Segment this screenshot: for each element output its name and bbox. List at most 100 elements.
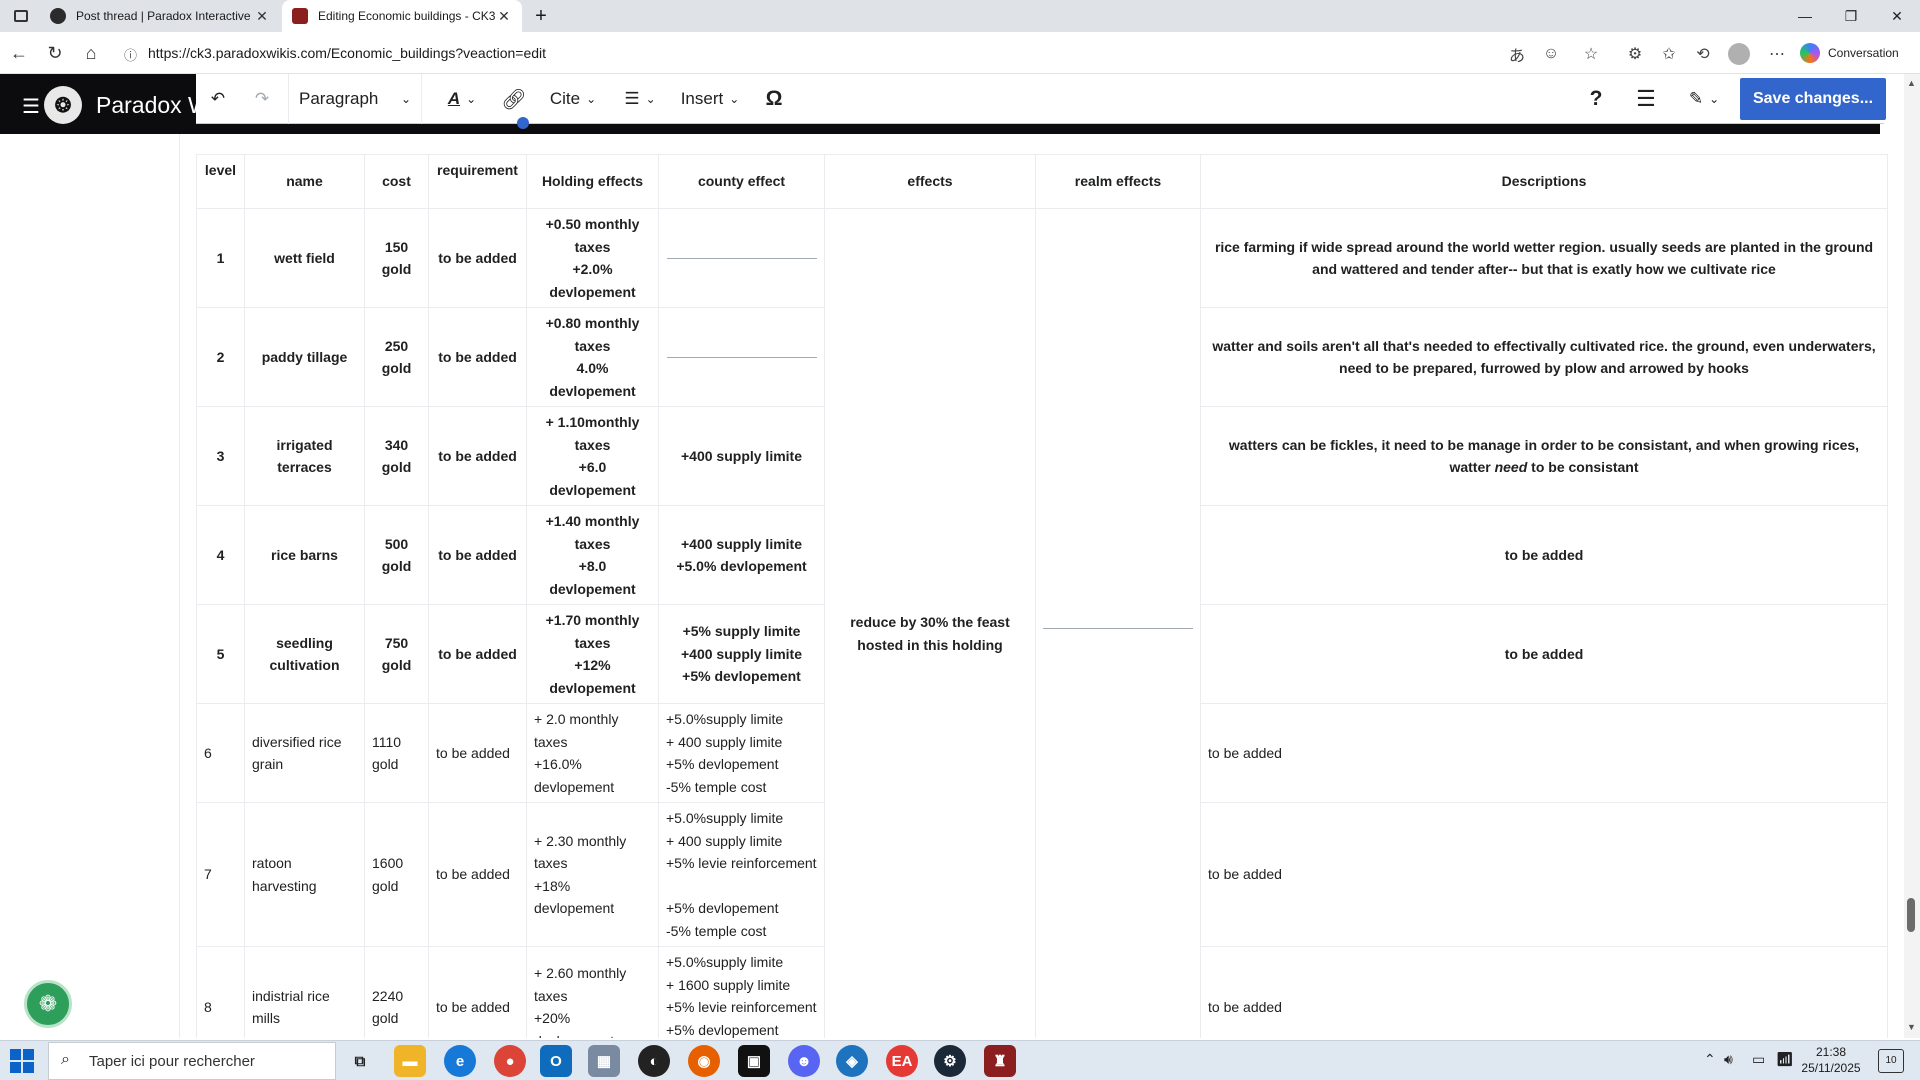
- cost-cell[interactable]: 250 gold: [364, 307, 429, 407]
- name-cell[interactable]: irrigated terraces: [244, 406, 365, 506]
- level-cell[interactable]: 6: [196, 703, 245, 803]
- header-effects[interactable]: effects: [824, 154, 1036, 209]
- outlook-icon[interactable]: O: [540, 1045, 572, 1077]
- photos-icon[interactable]: ▦: [588, 1045, 620, 1077]
- level-cell[interactable]: 1: [196, 208, 245, 308]
- chrome-icon[interactable]: ●: [494, 1045, 526, 1077]
- tray-overflow-icon[interactable]: ⌃: [1704, 1051, 1716, 1068]
- holding-effects-cell[interactable]: + 2.0 monthly taxes +16.0% devlopement: [526, 703, 659, 803]
- extensions-icon[interactable]: ⚙: [1622, 41, 1648, 67]
- undo-icon[interactable]: ↶: [196, 74, 240, 124]
- history-icon[interactable]: ⟲: [1690, 41, 1716, 67]
- special-character-icon[interactable]: Ω: [754, 74, 794, 124]
- header-holding-effects[interactable]: Holding effects: [526, 154, 659, 209]
- scroll-up-icon[interactable]: ▲: [1907, 78, 1916, 88]
- scroll-down-icon[interactable]: ▼: [1907, 1022, 1916, 1032]
- name-cell[interactable]: rice barns: [244, 505, 365, 605]
- requirement-cell[interactable]: to be added: [428, 406, 527, 506]
- requirement-cell[interactable]: to be added: [428, 703, 527, 803]
- tab-post-thread[interactable]: Post thread | Paradox Interactive F ✕: [40, 0, 280, 32]
- steam-icon[interactable]: ⚙: [934, 1045, 966, 1077]
- name-cell[interactable]: wett field: [244, 208, 365, 308]
- app-icon[interactable]: ◐: [638, 1045, 670, 1077]
- close-tab-icon[interactable]: ✕: [496, 8, 512, 25]
- cookie-settings-icon[interactable]: ❁: [24, 980, 72, 1028]
- tab-editing-economic-buildings[interactable]: Editing Economic buildings - CK3 ✕: [282, 0, 522, 32]
- site-name[interactable]: Paradox W: [96, 92, 210, 119]
- holding-effects-cell[interactable]: +0.50 monthly taxes +2.0% devlopement: [526, 208, 659, 308]
- header-requirement[interactable]: requirement: [428, 154, 527, 209]
- header-county-effect[interactable]: county effect: [658, 154, 825, 209]
- terminal-icon[interactable]: ▣: [738, 1045, 770, 1077]
- header-realm-effects[interactable]: realm effects: [1035, 154, 1201, 209]
- back-icon[interactable]: ←: [4, 38, 34, 68]
- taskbar-search-box[interactable]: ⌕ Taper ici pour rechercher: [48, 1042, 336, 1080]
- favorite-star-icon[interactable]: ☆: [1578, 41, 1604, 67]
- cost-cell[interactable]: 340 gold: [364, 406, 429, 506]
- holding-effects-cell[interactable]: +1.70 monthly taxes +12% devlopement: [526, 604, 659, 704]
- store-icon[interactable]: ◈: [836, 1045, 868, 1077]
- economic-buildings-table[interactable]: level name cost requirement Holding effe…: [196, 154, 1888, 1038]
- county-effect-cell[interactable]: [658, 208, 825, 308]
- level-cell[interactable]: 7: [196, 802, 245, 947]
- taskbar-clock[interactable]: 21:38 25/11/2025: [1794, 1044, 1868, 1076]
- translate-icon[interactable]: あ: [1504, 41, 1530, 67]
- county-effect-cell[interactable]: +5.0%supply limite + 400 supply limite +5%…: [658, 802, 825, 947]
- minimize-icon[interactable]: —: [1782, 0, 1828, 32]
- merged-realm-effects-cell[interactable]: [1035, 208, 1201, 1038]
- discord-icon[interactable]: ☻: [788, 1045, 820, 1077]
- notification-icon[interactable]: 10: [1878, 1049, 1904, 1073]
- name-cell[interactable]: ratoon harvesting: [244, 802, 365, 947]
- holding-effects-cell[interactable]: + 2.30 monthly taxes +18% devlopement: [526, 802, 659, 947]
- holding-effects-cell[interactable]: +1.40 monthly taxes +8.0 devlopement: [526, 505, 659, 605]
- volume-icon[interactable]: 🔊︎: [1724, 1051, 1733, 1068]
- requirement-cell[interactable]: to be added: [428, 208, 527, 308]
- redo-icon[interactable]: ↷: [240, 74, 284, 124]
- text-style-dropdown[interactable]: A ⌄: [436, 74, 488, 124]
- holding-effects-cell[interactable]: + 2.60 monthly taxes +20% devlopement: [526, 946, 659, 1038]
- save-changes-button[interactable]: Save changes...: [1740, 78, 1886, 120]
- table-row[interactable]: 1 wett field 150 gold to be added +0.50 month…: [196, 208, 1888, 1038]
- cost-cell[interactable]: 150 gold: [364, 208, 429, 308]
- description-cell[interactable]: watter and soils aren't all that's neede…: [1200, 307, 1888, 407]
- network-icon[interactable]: 📶︎: [1776, 1051, 1794, 1068]
- page-options-icon[interactable]: ☰: [1626, 74, 1666, 124]
- display-icon[interactable]: ▭: [1752, 1051, 1765, 1068]
- profile-avatar-icon[interactable]: [1726, 41, 1752, 67]
- list-dropdown[interactable]: ☰ ⌄: [614, 74, 666, 124]
- paradox-logo-icon[interactable]: ❂: [44, 86, 82, 124]
- level-cell[interactable]: 5: [196, 604, 245, 704]
- description-cell[interactable]: to be added: [1200, 604, 1888, 704]
- cost-cell[interactable]: 2240 gold: [364, 946, 429, 1038]
- close-window-icon[interactable]: ✕: [1874, 0, 1920, 32]
- url-bar[interactable]: ⓘ https://ck3.paradoxwikis.com/Economic_…: [112, 37, 1532, 69]
- firefox-icon[interactable]: ◉: [688, 1045, 720, 1077]
- scrollbar-thumb[interactable]: [1907, 898, 1915, 932]
- level-cell[interactable]: 8: [196, 946, 245, 1038]
- edit-mode-dropdown[interactable]: ✎ ⌄: [1676, 74, 1732, 124]
- header-level[interactable]: level: [196, 154, 245, 209]
- task-view-icon[interactable]: ⧉: [344, 1045, 376, 1077]
- name-cell[interactable]: seedling cultivation: [244, 604, 365, 704]
- name-cell[interactable]: paddy tillage: [244, 307, 365, 407]
- insert-dropdown[interactable]: Insert ⌄: [674, 74, 746, 124]
- ea-icon[interactable]: EA: [886, 1045, 918, 1077]
- requirement-cell[interactable]: to be added: [428, 505, 527, 605]
- description-cell[interactable]: rice farming if wide spread around the w…: [1200, 208, 1888, 308]
- county-effect-cell[interactable]: +5% supply limite +400 supply limite +5% d…: [658, 604, 825, 704]
- cite-dropdown[interactable]: Cite ⌄: [542, 74, 604, 124]
- description-cell[interactable]: to be added: [1200, 505, 1888, 605]
- requirement-cell[interactable]: to be added: [428, 307, 527, 407]
- description-cell[interactable]: watters can be fickles, it need to be ma…: [1200, 406, 1888, 506]
- description-cell[interactable]: to be added: [1200, 703, 1888, 803]
- help-icon[interactable]: ?: [1576, 74, 1616, 124]
- more-icon[interactable]: ⋯: [1764, 41, 1790, 67]
- home-icon[interactable]: ⌂: [76, 38, 106, 68]
- description-cell[interactable]: to be added: [1200, 946, 1888, 1038]
- holding-effects-cell[interactable]: + 1.10monthly taxes +6.0 devlopement: [526, 406, 659, 506]
- header-name[interactable]: name: [244, 154, 365, 209]
- name-cell[interactable]: indistrial rice mills: [244, 946, 365, 1038]
- site-info-icon[interactable]: ⓘ: [124, 45, 137, 64]
- cost-cell[interactable]: 500 gold: [364, 505, 429, 605]
- requirement-cell[interactable]: to be added: [428, 946, 527, 1038]
